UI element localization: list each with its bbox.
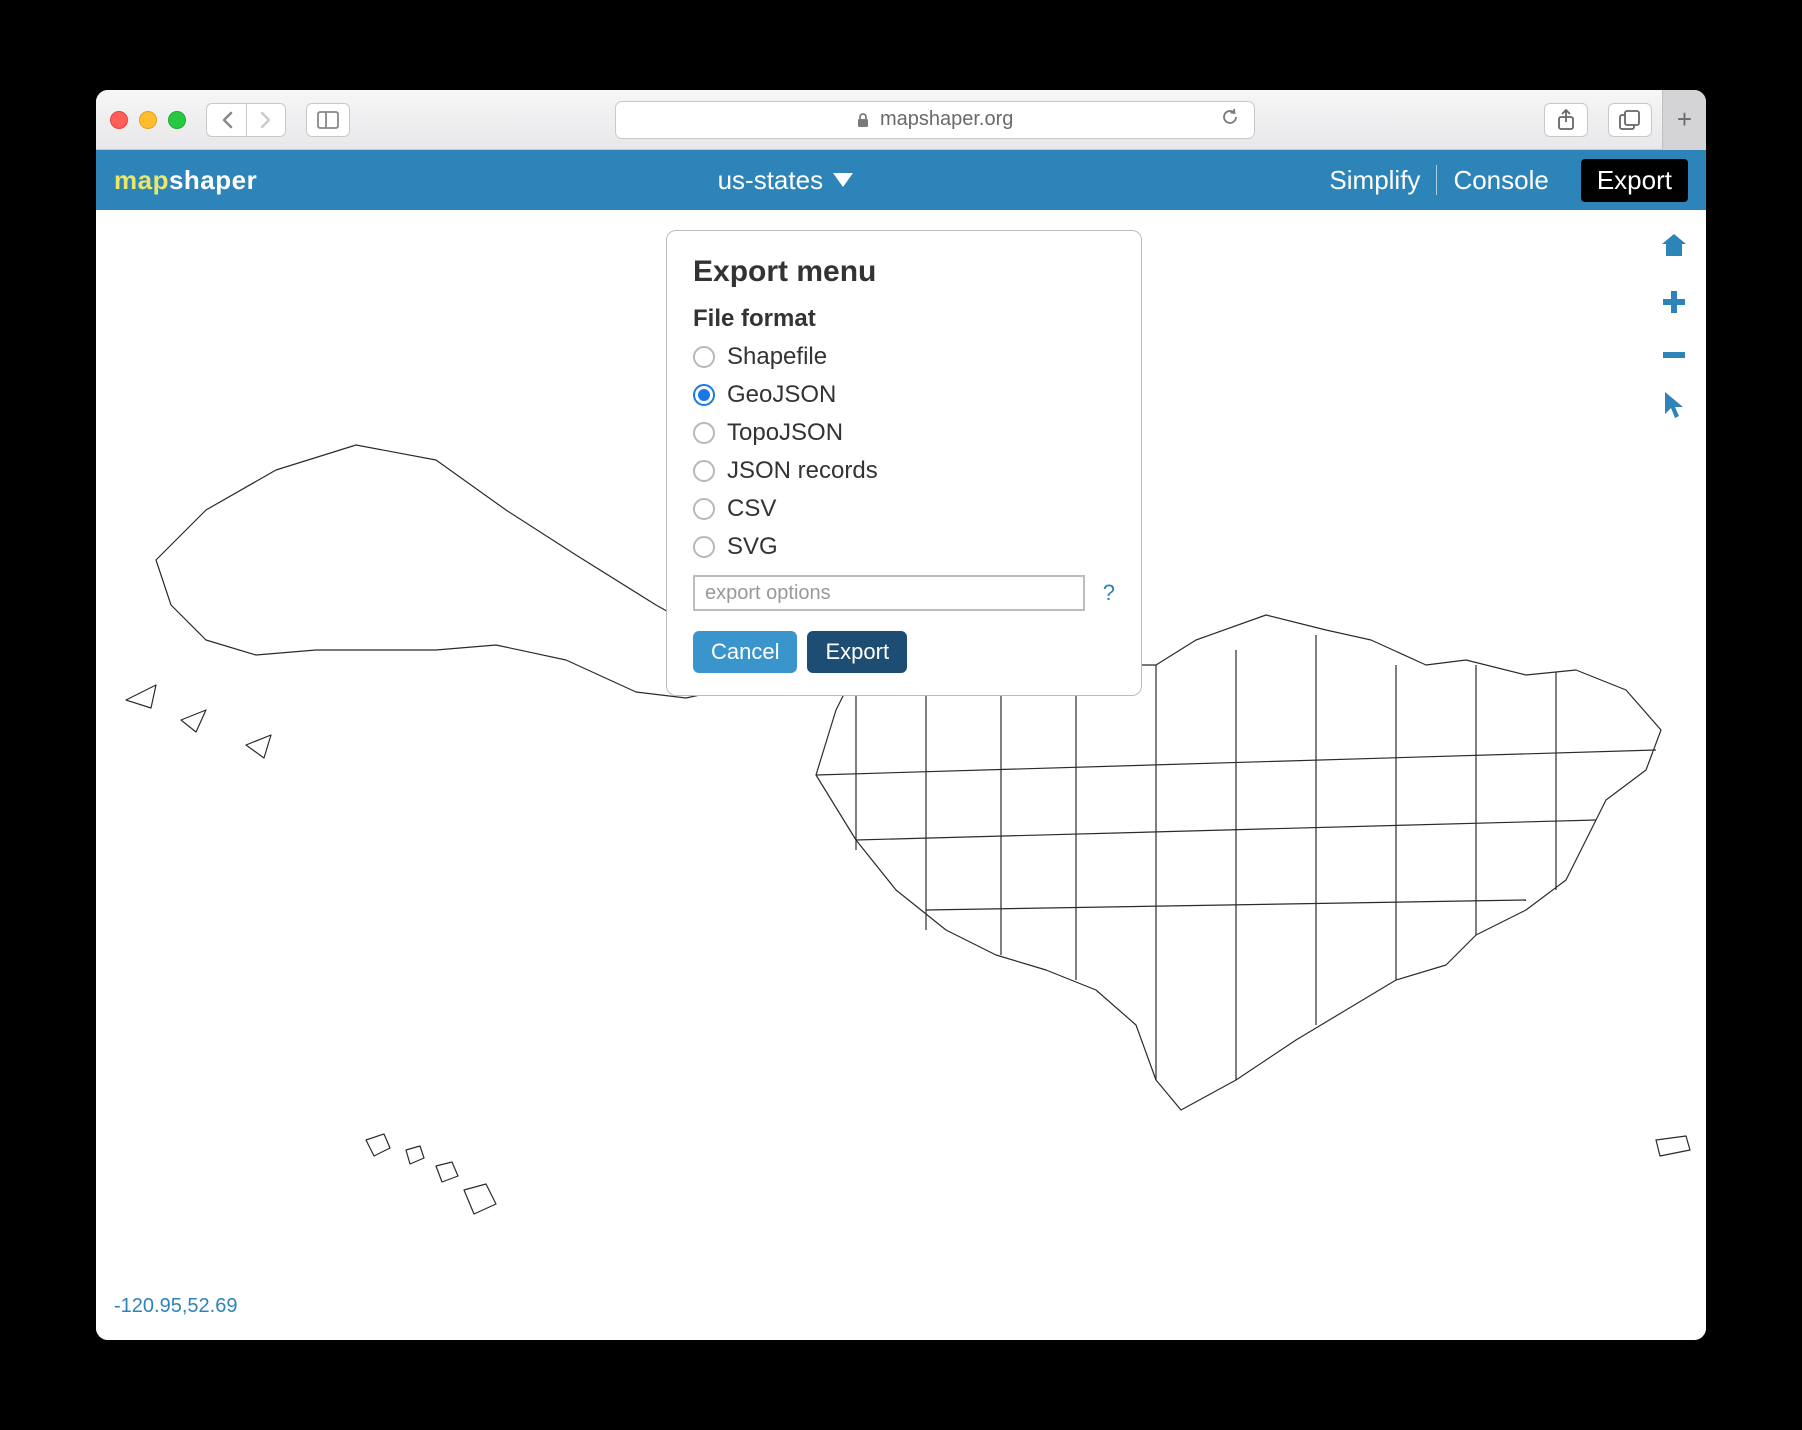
app-header: mapshaper us-states Simplify Console Exp… xyxy=(96,150,1706,210)
modal-actions: Cancel Export xyxy=(693,631,1115,673)
format-option-svg[interactable]: SVG xyxy=(693,533,1115,561)
sidebar-toggle-button[interactable] xyxy=(306,103,350,137)
map-canvas[interactable]: -120.95,52.69 Export menu File format Sh… xyxy=(96,210,1706,1340)
format-label: GeoJSON xyxy=(727,381,836,409)
app-logo[interactable]: mapshaper xyxy=(114,165,257,196)
format-option-topojson[interactable]: TopoJSON xyxy=(693,419,1115,447)
console-link[interactable]: Console xyxy=(1437,165,1564,196)
layer-picker[interactable]: us-states xyxy=(718,165,854,196)
lock-icon xyxy=(856,112,870,128)
header-right: Simplify Console Export xyxy=(1313,159,1688,202)
export-modal: Export menu File format Shapefile GeoJSO… xyxy=(666,230,1142,696)
radio-icon xyxy=(693,498,715,520)
zoom-in-icon[interactable] xyxy=(1661,289,1687,320)
modal-title: Export menu xyxy=(693,255,1115,289)
pointer-icon[interactable] xyxy=(1662,390,1686,425)
simplify-link[interactable]: Simplify xyxy=(1313,165,1436,196)
close-icon[interactable] xyxy=(110,111,128,129)
dropdown-icon xyxy=(833,173,853,187)
address-bar[interactable]: mapshaper.org xyxy=(615,101,1255,139)
format-option-geojson[interactable]: GeoJSON xyxy=(693,381,1115,409)
options-row: ? xyxy=(693,575,1115,611)
format-label: CSV xyxy=(727,495,776,523)
back-button[interactable] xyxy=(206,103,246,137)
format-option-csv[interactable]: CSV xyxy=(693,495,1115,523)
radio-icon xyxy=(693,422,715,444)
zoom-out-icon[interactable] xyxy=(1661,346,1687,364)
tabs-button[interactable] xyxy=(1608,103,1652,137)
format-heading: File format xyxy=(693,305,1115,333)
reload-icon[interactable] xyxy=(1220,107,1240,133)
format-label: TopoJSON xyxy=(727,419,843,447)
help-icon[interactable]: ? xyxy=(1103,580,1115,606)
window-controls xyxy=(110,111,186,129)
chrome-right-controls: + xyxy=(1534,90,1692,150)
format-label: SVG xyxy=(727,533,778,561)
home-icon[interactable] xyxy=(1660,232,1688,263)
export-button[interactable]: Export xyxy=(1581,159,1688,202)
minimize-icon[interactable] xyxy=(139,111,157,129)
radio-icon xyxy=(693,536,715,558)
format-option-json-records[interactable]: JSON records xyxy=(693,457,1115,485)
radio-icon xyxy=(693,460,715,482)
cancel-button[interactable]: Cancel xyxy=(693,631,797,673)
export-options-input[interactable] xyxy=(693,575,1085,611)
modal-export-button[interactable]: Export xyxy=(807,631,907,673)
nav-buttons xyxy=(206,103,286,137)
radio-icon xyxy=(693,346,715,368)
radio-icon xyxy=(693,384,715,406)
tool-column xyxy=(1660,232,1688,425)
fullscreen-icon[interactable] xyxy=(168,111,186,129)
browser-window: mapshaper.org + mapshaper us-states Simp… xyxy=(96,90,1706,1340)
share-button[interactable] xyxy=(1544,103,1588,137)
logo-map-text: map xyxy=(114,165,169,195)
format-label: JSON records xyxy=(727,457,878,485)
format-label: Shapefile xyxy=(727,343,827,371)
browser-chrome: mapshaper.org + xyxy=(96,90,1706,150)
logo-shaper-text: shaper xyxy=(169,165,257,195)
mouse-coordinates: -120.95,52.69 xyxy=(114,1295,237,1318)
url-text: mapshaper.org xyxy=(880,108,1013,131)
layer-name: us-states xyxy=(718,165,824,196)
forward-button[interactable] xyxy=(246,103,286,137)
new-tab-button[interactable]: + xyxy=(1662,90,1706,150)
format-option-shapefile[interactable]: Shapefile xyxy=(693,343,1115,371)
